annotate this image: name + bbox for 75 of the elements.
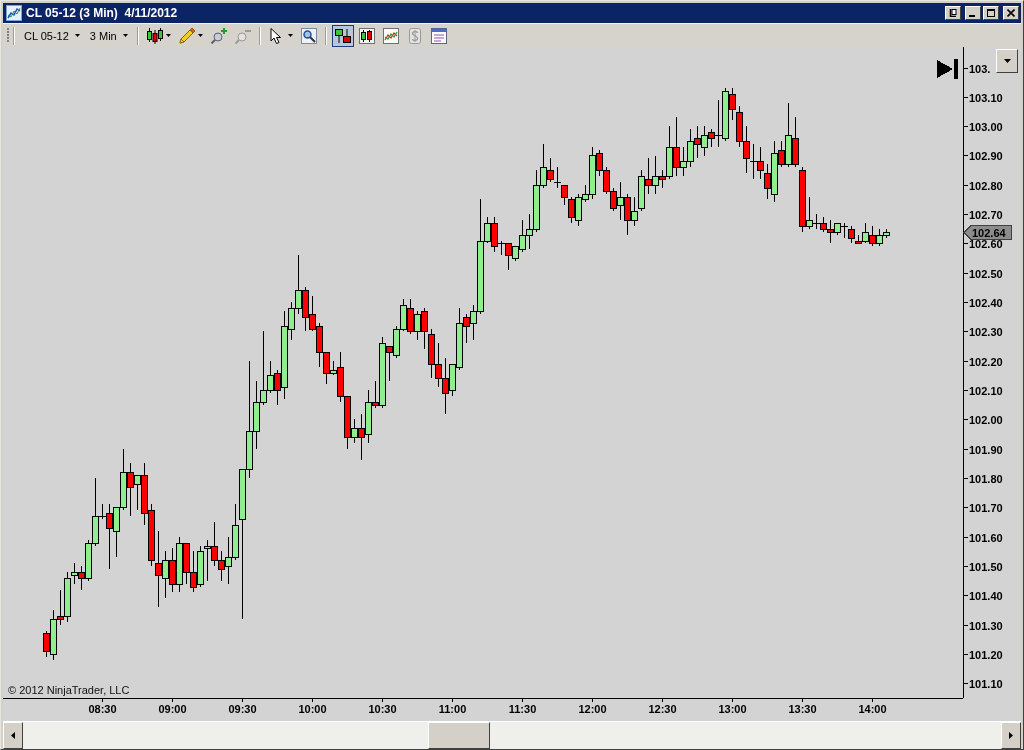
caret-icon bbox=[165, 34, 171, 37]
y-axis-label: 102.70 bbox=[969, 208, 1003, 221]
candlestick-icon bbox=[146, 27, 163, 44]
caret-icon bbox=[287, 34, 293, 37]
y-axis-label: 101.30 bbox=[969, 619, 1003, 632]
bars-icon bbox=[334, 27, 351, 44]
properties-icon bbox=[430, 27, 447, 44]
candle bbox=[553, 166, 562, 189]
y-axis-label: 101.50 bbox=[969, 560, 1003, 573]
y-axis-label: 102.80 bbox=[969, 179, 1003, 192]
caret-icon bbox=[1003, 59, 1011, 63]
y-axis-label: 102.00 bbox=[969, 413, 1003, 426]
close-icon bbox=[1007, 9, 1015, 17]
x-axis-label: 10:30 bbox=[368, 703, 397, 715]
y-axis-label: 102.50 bbox=[969, 267, 1003, 280]
caret-icon bbox=[122, 34, 128, 37]
zoom-in-icon bbox=[210, 27, 227, 44]
grip-icon[interactable] bbox=[6, 28, 9, 43]
x-axis-label: 09:30 bbox=[228, 703, 257, 715]
y-axis-label: 103.10 bbox=[969, 91, 1003, 104]
x-axis-label: 08:30 bbox=[88, 703, 117, 715]
y-axis-label: 102.90 bbox=[969, 149, 1003, 162]
x-axis-label: 12:00 bbox=[578, 703, 607, 715]
candle bbox=[749, 143, 758, 180]
maximize-button[interactable] bbox=[983, 6, 999, 20]
y-axis-label: 102.60 bbox=[969, 237, 1003, 250]
y-axis-label: 102.10 bbox=[969, 384, 1003, 397]
pencil-icon bbox=[178, 27, 195, 44]
dropdown-button[interactable]: 3 Min bbox=[84, 25, 133, 46]
y-axis-label: 101.40 bbox=[969, 589, 1003, 602]
x-axis-label: 11:30 bbox=[508, 703, 537, 715]
y-axis-label: 101.70 bbox=[969, 501, 1003, 514]
x-axis-label: 13:00 bbox=[718, 703, 747, 715]
window-title: CL 05-12 (3 Min) 4/11/2012 bbox=[26, 6, 179, 20]
dropdown-button[interactable] bbox=[996, 49, 1018, 73]
right-arrow-icon bbox=[1009, 732, 1013, 739]
x-axis-label: 09:00 bbox=[158, 703, 187, 715]
y-axis-label: 101.20 bbox=[969, 648, 1003, 661]
x-axis-label: 11:00 bbox=[438, 703, 467, 715]
left-arrow-icon bbox=[11, 732, 15, 739]
x-axis-label: 12:30 bbox=[648, 703, 677, 715]
x-axis-label: 10:00 bbox=[298, 703, 327, 715]
caret-icon bbox=[74, 34, 80, 37]
toolbar-button[interactable] bbox=[331, 24, 354, 47]
dropdown-button[interactable]: CL 05-12 bbox=[19, 25, 85, 46]
y-axis-label: 102.40 bbox=[969, 296, 1003, 309]
x-axis-label: 13:30 bbox=[788, 703, 817, 715]
scroll-left-button[interactable] bbox=[3, 722, 23, 749]
y-axis-label: 101.60 bbox=[969, 531, 1003, 544]
candle bbox=[840, 222, 849, 239]
zoom-out-icon bbox=[234, 27, 251, 44]
price-bars-icon bbox=[358, 27, 375, 44]
y-axis-label: 103. bbox=[969, 62, 991, 75]
caret-icon bbox=[197, 34, 203, 37]
bracket-icon bbox=[949, 9, 957, 17]
scroll-right-button[interactable] bbox=[1001, 722, 1021, 749]
close-button[interactable] bbox=[1003, 6, 1019, 20]
y-axis-label: 102.20 bbox=[969, 355, 1003, 368]
chart-icon bbox=[6, 5, 22, 21]
minimize-button[interactable] bbox=[965, 6, 981, 20]
magnifier-icon bbox=[300, 27, 317, 44]
scrollbar-thumb[interactable] bbox=[428, 722, 490, 749]
y-axis-label: 102.30 bbox=[969, 325, 1003, 338]
y-axis-label: 101.10 bbox=[969, 677, 1003, 690]
skip-to-end-icon[interactable] bbox=[937, 59, 958, 79]
y-axis-label: 101.80 bbox=[969, 472, 1003, 485]
line-chart-icon bbox=[382, 27, 399, 44]
maximize-icon bbox=[987, 9, 995, 17]
last-price-marker: 102.64 bbox=[963, 225, 1012, 240]
copyright-text: © 2012 NinjaTrader, LLC bbox=[8, 684, 130, 696]
y-axis-label: 103.00 bbox=[969, 120, 1003, 133]
dollar-icon bbox=[406, 27, 423, 44]
y-axis-label: 101.90 bbox=[969, 443, 1003, 456]
x-axis-label: 14:00 bbox=[858, 703, 887, 715]
title-bar-button[interactable] bbox=[945, 6, 961, 20]
